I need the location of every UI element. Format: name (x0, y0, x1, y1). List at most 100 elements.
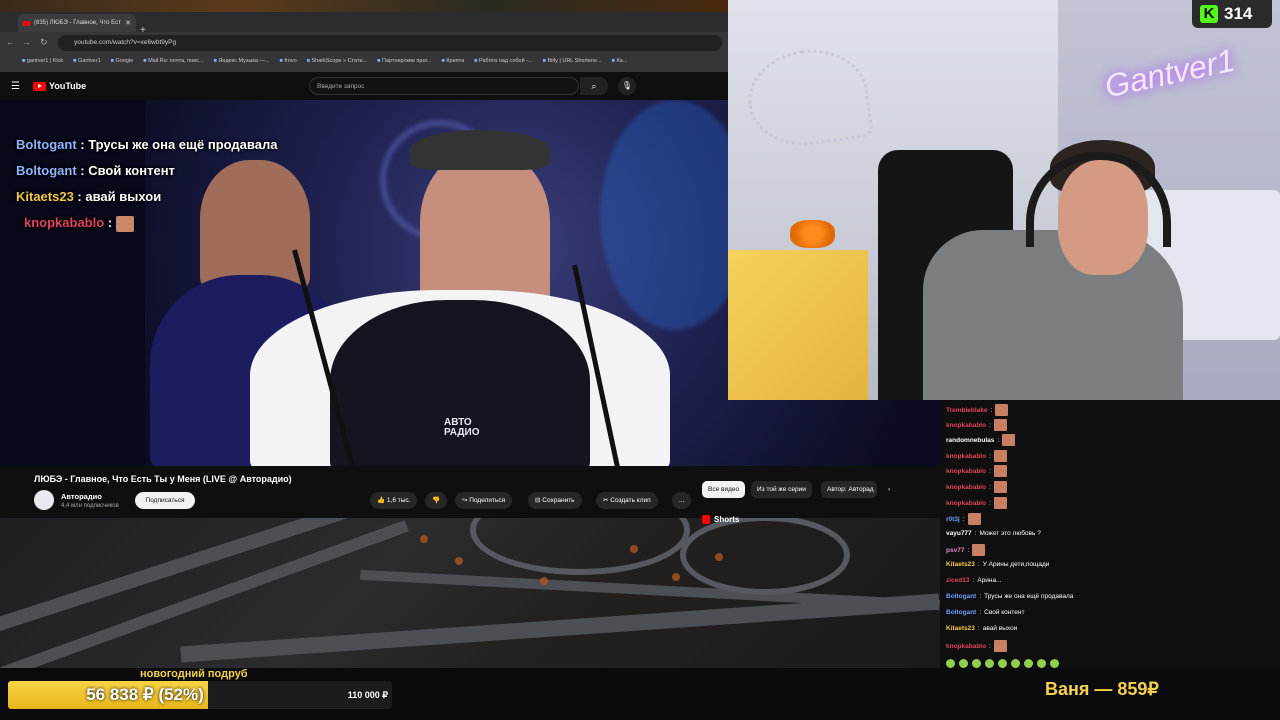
menu-icon[interactable]: ☰ (11, 81, 20, 92)
youtube-logo-text: YouTube (49, 81, 87, 91)
reload-icon[interactable]: ↻ (40, 37, 48, 48)
emote-icon (985, 659, 994, 668)
bookmark-item[interactable]: Mail.Ru: почта, поис... (143, 58, 204, 68)
bookmark-item[interactable]: gantver1 | Kick (22, 58, 63, 68)
emote-icon (993, 497, 1007, 509)
clip-button[interactable]: ✂ Создать клип (596, 492, 658, 509)
video-title: ЛЮБЭ - Главное, Что Есть Ты у Меня (LIVE… (34, 474, 292, 484)
youtube-header: ☰ YouTube Введите запрос ⌕ 🎙 (0, 72, 728, 100)
chat-message: knopkabablo: (946, 481, 1007, 493)
chip-author[interactable]: Автор: Авторад (821, 481, 877, 498)
chat-message: knopkabablo: (946, 640, 1007, 652)
donation-goal-target: 110 000 ₽ (347, 690, 388, 700)
search-icon[interactable]: ⌕ (580, 77, 608, 95)
viewer-counter: K 314 (1192, 0, 1272, 28)
chat-message: knopkabablo: (946, 419, 1007, 431)
chat-message: ziced13: Арина... (946, 577, 1002, 584)
emote-icon (972, 544, 986, 556)
webcam-feed: Gantver1 (728, 0, 1280, 400)
bookmark-item[interactable]: Партнерские прог... (377, 58, 431, 68)
emote-icon (993, 640, 1007, 652)
overlay-chat-line: Kitaets23 : авай выхои (16, 189, 162, 204)
youtube-logo[interactable]: YouTube (33, 81, 86, 91)
dislike-button[interactable]: 👎 (425, 492, 448, 509)
overlay-chat: Boltogant : Трусы же она ещё продавала B… (16, 132, 277, 236)
video-info: ЛЮБЭ - Главное, Что Есть Ты у Меня (LIVE… (0, 466, 940, 524)
shorts-icon (702, 515, 710, 524)
emote-icon (1050, 659, 1059, 668)
oranges (790, 220, 835, 248)
donation-goal-bar: 56 838 ₽ (52%) 110 000 ₽ (8, 681, 392, 709)
bookmark-item[interactable]: Яндекс Музыка —... (214, 58, 269, 68)
address-bar-row: ← → ↻ youtube.com/watch?v=xe6wbt9yPg (0, 32, 728, 54)
chat-message: knopkabablo: (946, 497, 1007, 509)
microphone-icon[interactable]: 🎙 (618, 77, 636, 95)
channel-avatar[interactable] (34, 490, 54, 510)
forward-icon[interactable]: → (22, 37, 31, 47)
bookmark-item[interactable]: Крипта (441, 58, 464, 68)
chevron-right-icon[interactable]: › (882, 481, 896, 498)
emote-icon (959, 659, 968, 668)
back-icon[interactable]: ← (6, 37, 15, 47)
tinsel-heart (741, 42, 875, 153)
aerial-background (0, 515, 940, 670)
more-actions-button[interactable]: ... (672, 492, 692, 509)
emote-icon (993, 481, 1007, 493)
bookmark-item[interactable]: Gantver1 (73, 58, 101, 68)
subscriber-count: 4,4 млн подписчиков (61, 503, 119, 509)
chat-message: randomnebulas: (946, 434, 1016, 446)
subscribe-button[interactable]: Подписаться (135, 492, 195, 509)
tab-bar: (835) ЛЮБЭ - Главное, Что Ест ✕ + (0, 12, 728, 36)
desktop-strip (0, 0, 728, 12)
emote-icon (967, 513, 981, 525)
bookmark-item[interactable]: Ка... (612, 58, 627, 68)
thumbs-up-icon: 👍 (377, 497, 387, 504)
emote-icon (1011, 659, 1020, 668)
chat-message: Kitaets23: У Арины дети,пощади (946, 561, 1050, 568)
donation-goal-current: 56 838 ₽ (52%) (86, 685, 204, 704)
viewer-count: 314 (1224, 4, 1253, 23)
emote-icon (993, 465, 1007, 477)
chip-same-series[interactable]: Из той же серии (751, 481, 812, 498)
chat-message: Boltogant: Свой контент (946, 609, 1025, 616)
emote-icon (115, 215, 134, 232)
bookmark-item[interactable]: Bitly | URL Shortene... (543, 58, 601, 68)
bookmark-item[interactable]: SharkScope » Стати... (307, 58, 368, 68)
bookmark-item[interactable]: frovo (280, 58, 296, 68)
shorts-header[interactable]: Shorts (702, 515, 739, 524)
share-button[interactable]: ↪ Поделиться (455, 492, 513, 509)
thumbs-down-icon: 👎 (432, 497, 441, 504)
overlay-chat-line: Boltogant : Трусы же она ещё продавала (16, 137, 278, 152)
like-button[interactable]: 👍 1,6 тыс. (370, 492, 418, 509)
streamer-body (923, 230, 1183, 400)
table (728, 250, 868, 400)
emote-icon (1037, 659, 1046, 668)
chat-message: Boltogant: Трусы же она ещё продавала (946, 593, 1074, 600)
url-input[interactable]: youtube.com/watch?v=xe6wbt9yPg (58, 35, 722, 51)
save-button[interactable]: ⊟ Сохранить (528, 492, 582, 509)
emote-icon (993, 450, 1007, 462)
singer-face (420, 150, 550, 310)
emote-row (946, 659, 1059, 668)
emote-icon (972, 659, 981, 668)
bookmark-item[interactable]: Google (111, 58, 133, 68)
youtube-favicon-icon (23, 20, 30, 26)
emote-icon (946, 659, 955, 668)
chat-message: vayu777: Может это любовь ? (946, 530, 1041, 537)
search-input[interactable]: Введите запрос (309, 77, 579, 95)
emote-icon (995, 404, 1009, 416)
chat-message: Kitaets23: авай выхои (946, 625, 1018, 632)
tab-youtube[interactable]: (835) ЛЮБЭ - Главное, Что Ест ✕ (18, 14, 136, 32)
channel-name[interactable]: Авторадио (61, 492, 102, 501)
donation-goal-title: новогодний подруб (140, 668, 248, 680)
close-tab-icon[interactable]: ✕ (125, 19, 131, 27)
emote-icon (998, 659, 1007, 668)
tab-title: (835) ЛЮБЭ - Главное, Что Ест (34, 20, 121, 26)
bookmark-item[interactable]: Работа над собой -... (474, 58, 533, 68)
chip-all-videos[interactable]: Все видео (702, 481, 746, 498)
emote-icon (1024, 659, 1033, 668)
browser-window: (835) ЛЮБЭ - Главное, Что Ест ✕ + ← → ↻ … (0, 0, 728, 100)
singer-hair (410, 130, 550, 170)
bookmarks-bar: gantver1 | Kick Gantver1 Google Mail.Ru:… (0, 54, 728, 72)
kick-logo-icon: K (1200, 5, 1218, 23)
